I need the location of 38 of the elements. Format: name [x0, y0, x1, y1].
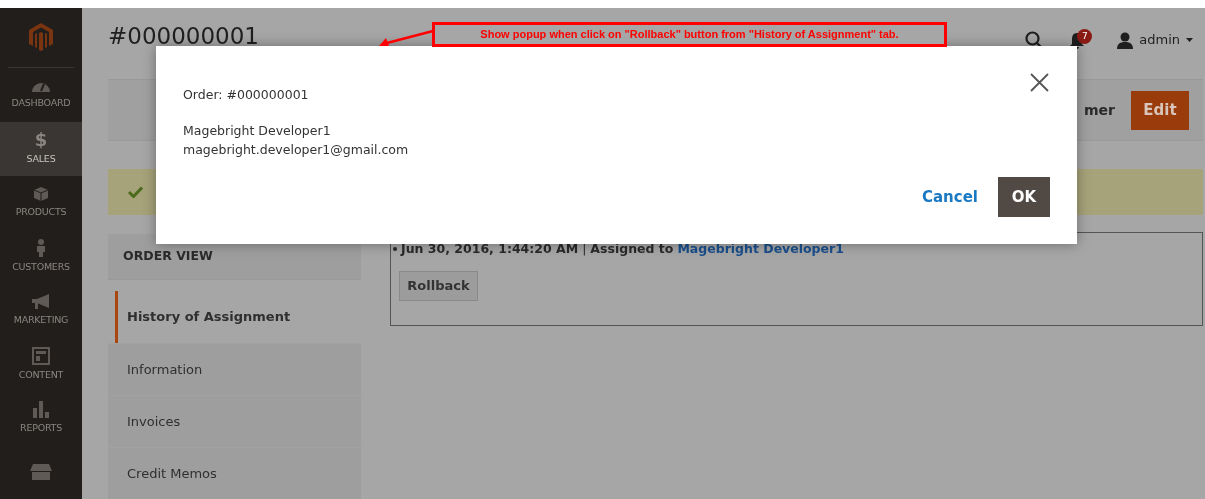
user-icon	[1117, 31, 1134, 49]
box-icon	[33, 185, 49, 202]
caret-icon	[1186, 38, 1193, 43]
notification-count: 7	[1077, 29, 1093, 45]
annotation-callout: Show popup when click on "Rollback" button from "History of Assignment" tab.	[432, 22, 947, 47]
dollar-icon: $	[34, 130, 48, 149]
storefront-icon	[30, 464, 52, 480]
history-date: Jun 30, 2016, 1:44:20 AM	[401, 240, 579, 258]
sidebar-item[interactable]: CONTENT	[0, 337, 82, 392]
ok-button[interactable]: OK	[998, 177, 1050, 217]
check-icon	[128, 186, 143, 199]
sidebar-item[interactable]: PRODUCTS	[0, 175, 82, 230]
rollback-button[interactable]: Rollback	[399, 270, 478, 301]
person-icon	[36, 238, 46, 257]
sidebar-item[interactable]: MARKETING	[0, 283, 82, 338]
page-title: #000000001	[108, 24, 259, 48]
megaphone-icon	[31, 293, 51, 310]
bar-chart-icon	[32, 400, 50, 419]
customer-button-fragment[interactable]: mer	[1084, 99, 1115, 121]
edit-button[interactable]: Edit	[1131, 90, 1189, 130]
user-menu[interactable]: admin	[1117, 30, 1193, 50]
developer-name: Magebright Developer1	[183, 121, 332, 140]
tab[interactable]: Credit Memos	[108, 447, 361, 499]
tab[interactable]: Information	[108, 343, 361, 395]
order-number: Order: #000000001	[183, 86, 310, 104]
cancel-link[interactable]: Cancel	[922, 185, 978, 209]
tab[interactable]: Invoices	[108, 395, 361, 447]
close-icon[interactable]	[1030, 73, 1049, 92]
assignee-link[interactable]: Magebright Developer1	[677, 240, 844, 259]
sidebar-item[interactable]: DASHBOARD	[0, 67, 82, 122]
sidebar-item[interactable]: $ SALES	[0, 121, 82, 176]
bullet-icon	[393, 247, 397, 252]
history-action: Assigned to	[590, 240, 674, 258]
sidebar-item[interactable]: CUSTOMERS	[0, 229, 82, 284]
layout-icon	[32, 346, 50, 365]
sidebar-item[interactable]: REPORTS	[0, 391, 82, 446]
annotation-arrow	[378, 29, 434, 47]
developer-email: magebright.developer1@gmail.com	[183, 140, 410, 159]
